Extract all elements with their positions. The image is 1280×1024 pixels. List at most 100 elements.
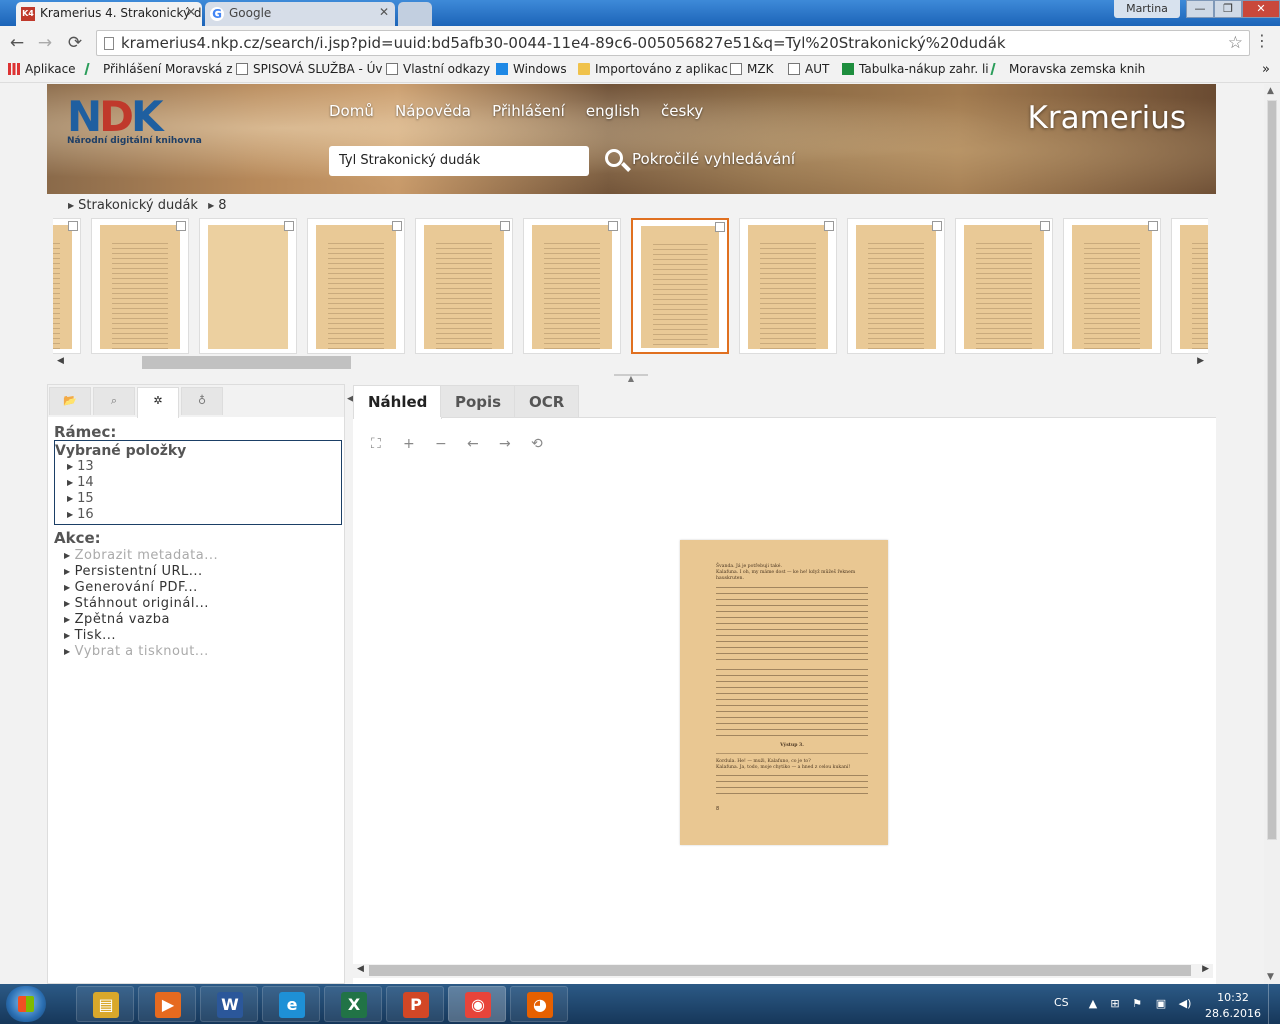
maximize-button[interactable]: ❐ [1214, 0, 1242, 18]
page-thumbnail[interactable] [307, 218, 405, 354]
search-icon[interactable]: ⌕ [93, 387, 135, 415]
action-generate-pdf[interactable]: ▶ Generování PDF... [64, 580, 218, 596]
zoom-in-icon[interactable]: + [403, 436, 435, 452]
thumbnail-checkbox[interactable] [1040, 221, 1050, 231]
action-select-and-print[interactable]: ▶ Vybrat a tisknout... [64, 644, 218, 660]
action-feedback[interactable]: ▶ Zpětná vazba [64, 612, 218, 628]
page-thumbnail[interactable] [955, 218, 1053, 354]
nav-home[interactable]: Domů [329, 102, 374, 120]
close-window-button[interactable]: ✕ [1242, 0, 1280, 18]
ndk-logo[interactable]: NDK Národní digitální knihovna [67, 96, 207, 148]
profile-user-button[interactable]: Martina [1114, 0, 1180, 18]
bookmark-item[interactable]: SPISOVÁ SLUŽBA - Úv [236, 62, 383, 76]
page-image[interactable]: Švanda. Já je potřebuji také. Kalafuna. … [680, 540, 888, 845]
thumbnail-checkbox[interactable] [1148, 221, 1158, 231]
search-icon[interactable] [603, 147, 631, 175]
thumbnail-checkbox[interactable] [932, 221, 942, 231]
taskbar-explorer[interactable]: ▤ [76, 986, 134, 1022]
page-thumbnail[interactable] [739, 218, 837, 354]
page-thumbnail[interactable] [523, 218, 621, 354]
action-persistent-url[interactable]: ▶ Persistentní URL... [64, 564, 218, 580]
page-thumbnail[interactable] [199, 218, 297, 354]
reset-zoom-icon[interactable]: ⟲ [531, 436, 563, 452]
taskbar-internet-explorer[interactable]: e [262, 986, 320, 1022]
lightbulb-icon[interactable]: ♁ [181, 387, 223, 415]
system-clock[interactable]: 10:32 28.6.2016 [1204, 990, 1262, 1022]
page-thumbnail[interactable] [1171, 218, 1208, 354]
reload-icon[interactable]: ⟳ [64, 32, 86, 54]
selected-item[interactable]: ▶ 16 [55, 507, 341, 523]
back-arrow-icon[interactable]: ← [6, 32, 28, 54]
minimize-button[interactable]: — [1186, 0, 1214, 18]
flag-icon[interactable]: ⚑ [1130, 997, 1144, 1011]
zoom-out-icon[interactable]: − [435, 436, 467, 452]
tab-google[interactable]: G Google ✕ [205, 2, 395, 26]
new-tab-button[interactable] [398, 2, 432, 26]
nav-login[interactable]: Přihlášení [492, 102, 565, 120]
thumbnail-checkbox[interactable] [68, 221, 78, 231]
taskbar-media-player[interactable]: ▶ [138, 986, 196, 1022]
action-download-original[interactable]: ▶ Stáhnout originál... [64, 596, 218, 612]
scroll-up-icon[interactable]: ▲ [1267, 86, 1274, 96]
bookmark-item[interactable]: AUT [788, 62, 829, 76]
show-desktop-button[interactable] [1268, 984, 1280, 1024]
page-vertical-scrollbar[interactable]: ▲ ▼ [1264, 84, 1280, 984]
page-thumbnail[interactable] [91, 218, 189, 354]
action-print[interactable]: ▶ Tisk... [64, 628, 218, 644]
selected-item[interactable]: ▶ 15 [55, 491, 341, 507]
volume-icon[interactable]: ◀) [1178, 997, 1192, 1011]
advanced-search-link[interactable]: Pokročilé vyhledávání [632, 150, 795, 168]
tab-description[interactable]: Popis [440, 385, 517, 417]
bookmark-item[interactable]: MZK [730, 62, 773, 76]
tab-preview[interactable]: Náhled [353, 385, 443, 419]
page-thumbnail[interactable] [847, 218, 945, 354]
scroll-right-icon[interactable]: ▶ [1197, 356, 1204, 366]
close-tab-icon[interactable]: ✕ [379, 5, 389, 19]
scrollbar-thumb[interactable] [1267, 100, 1277, 840]
scrollbar-thumb[interactable] [142, 356, 351, 369]
rotate-left-icon[interactable]: ← [467, 436, 499, 452]
folder-icon[interactable]: 📂 [49, 387, 91, 415]
selected-item[interactable]: ▶ 13 [55, 459, 341, 475]
breadcrumb-page[interactable]: 8 [218, 198, 226, 213]
taskbar-word[interactable]: W [200, 986, 258, 1022]
thumbnail-checkbox[interactable] [500, 221, 510, 231]
rotate-right-icon[interactable]: → [499, 436, 531, 452]
bookmark-folder[interactable]: Importováno z aplikac [578, 62, 728, 76]
nav-help[interactable]: Nápověda [395, 102, 471, 120]
chevron-up-icon[interactable]: ▲ [1086, 997, 1100, 1011]
bookmark-item[interactable]: Tabulka-nákup zahr. li [842, 62, 989, 76]
browser-menu-icon[interactable]: ⋮ [1254, 31, 1270, 50]
scroll-right-icon[interactable]: ▶ [1202, 964, 1209, 974]
thumbnail-scrollbar[interactable]: ◀ ▶ [53, 356, 1208, 370]
start-button[interactable] [6, 986, 46, 1022]
thumbnail-checkbox[interactable] [715, 222, 725, 232]
bookmark-item[interactable]: Vlastní odkazy [386, 62, 490, 76]
thumbnail-checkbox[interactable] [392, 221, 402, 231]
windows-icon[interactable]: ⊞ [1108, 997, 1122, 1011]
language-indicator[interactable]: CS [1054, 996, 1069, 1009]
thumbnail-checkbox[interactable] [284, 221, 294, 231]
viewer-scrollbar[interactable]: ◀ ▶ [353, 964, 1213, 978]
bookmark-star-icon[interactable]: ☆ [1228, 31, 1243, 55]
scroll-left-icon[interactable]: ◀ [57, 356, 64, 366]
nav-czech[interactable]: česky [661, 102, 703, 120]
taskbar-excel[interactable]: X [324, 986, 382, 1022]
address-bar[interactable]: kramerius4.nkp.cz/search/i.jsp?pid=uuid:… [96, 30, 1250, 56]
scroll-down-icon[interactable]: ▼ [1267, 972, 1274, 982]
tab-kramerius[interactable]: K4 Kramerius 4. Strakonický d ✕ [16, 2, 202, 26]
thumbnail-checkbox[interactable] [608, 221, 618, 231]
thumbnail-checkbox[interactable] [176, 221, 186, 231]
nav-english[interactable]: english [586, 102, 640, 120]
taskbar-firefox[interactable]: ◕ [510, 986, 568, 1022]
page-thumbnail[interactable] [631, 218, 729, 354]
search-input[interactable]: Tyl Strakonický dudák [329, 146, 589, 176]
thumbnail-checkbox[interactable] [824, 221, 834, 231]
bookmark-apps[interactable]: Aplikace [8, 62, 76, 76]
network-icon[interactable]: ▣ [1154, 997, 1168, 1011]
taskbar-chrome[interactable]: ◉ [448, 986, 506, 1022]
selected-item[interactable]: ▶ 14 [55, 475, 341, 491]
fullscreen-icon[interactable]: ⛶ [371, 436, 403, 452]
tab-ocr[interactable]: OCR [514, 385, 580, 417]
scrollbar-thumb[interactable] [369, 965, 1191, 976]
